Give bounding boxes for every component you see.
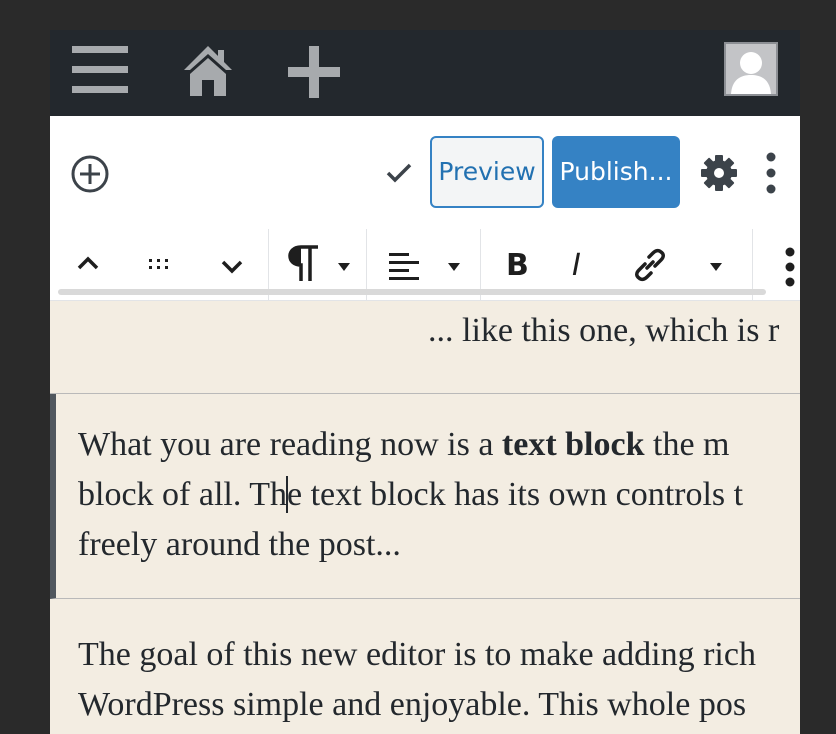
editor-header: Preview Publish... xyxy=(50,116,800,230)
plus-circle-icon[interactable] xyxy=(70,154,110,194)
admin-bar xyxy=(50,30,800,116)
block-text: The goal of this new editor is to make a… xyxy=(78,636,756,723)
block-toolbar: B I xyxy=(50,229,800,301)
italic-button[interactable]: I xyxy=(572,249,581,283)
preview-button[interactable]: Preview xyxy=(430,136,544,208)
dropdown-arrow-icon[interactable] xyxy=(709,259,723,277)
link-icon[interactable] xyxy=(632,247,668,288)
drag-handle-icon[interactable] xyxy=(148,257,170,276)
chevron-down-icon[interactable] xyxy=(220,259,244,280)
chevron-up-icon[interactable] xyxy=(76,255,100,276)
dropdown-arrow-icon[interactable] xyxy=(337,259,351,277)
block-text[interactable]: What you are reading now is a text block… xyxy=(78,420,800,570)
vertical-ellipsis-icon[interactable] xyxy=(783,247,797,292)
home-icon[interactable] xyxy=(182,44,234,98)
vertical-ellipsis-icon[interactable] xyxy=(764,152,778,194)
plus-icon[interactable] xyxy=(286,44,342,100)
dropdown-arrow-icon[interactable] xyxy=(447,259,461,277)
paragraph-block[interactable]: ... like this one, which is r xyxy=(50,300,800,394)
block-text: ... like this one, which is r xyxy=(428,312,780,349)
paragraph-icon[interactable] xyxy=(288,245,320,288)
checkmark-icon xyxy=(384,158,414,188)
publish-button[interactable]: Publish... xyxy=(552,136,680,208)
gear-icon[interactable] xyxy=(700,154,738,192)
align-left-icon[interactable] xyxy=(388,251,420,286)
user-avatar-icon[interactable] xyxy=(724,42,778,96)
toolbar-scrollbar[interactable] xyxy=(58,289,766,295)
editor-screen: Preview Publish... B I ... like this one… xyxy=(50,30,800,734)
active-paragraph-block[interactable]: What you are reading now is a text block… xyxy=(50,394,800,599)
bold-button[interactable]: B xyxy=(506,249,529,283)
post-content: ... like this one, which is r What you a… xyxy=(50,300,800,734)
hamburger-menu-icon[interactable] xyxy=(70,44,130,96)
